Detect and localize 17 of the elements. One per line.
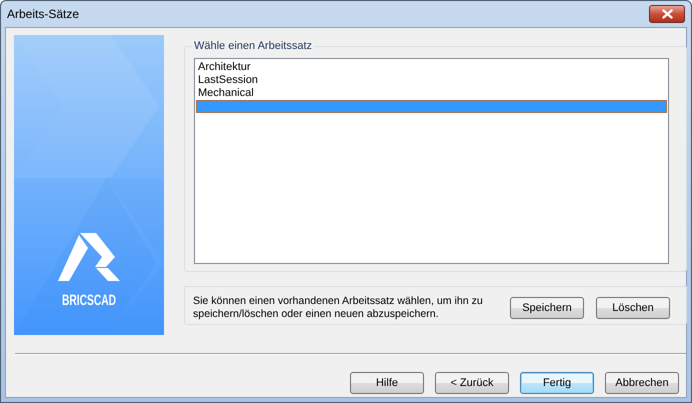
logo-icon (58, 233, 120, 281)
action-button[interactable]: Speichern (510, 297, 584, 319)
dialog-button[interactable]: Abbrechen (605, 372, 679, 394)
close-button[interactable] (649, 5, 685, 23)
action-button[interactable]: Löschen (596, 297, 670, 319)
group-title: Wähle einen Arbeitssatz (193, 40, 314, 52)
dialog-button[interactable]: Fertig (520, 372, 594, 394)
info-text: Sie können einen vorhandenen Arbeitssatz wählen, um ihn zu speichern/löschen oder einen neuen abzuspeichern. (193, 295, 484, 321)
close-icon (662, 9, 672, 19)
logo-text: BRICSCAD (62, 292, 142, 309)
list-box[interactable]: Architektur LastSession Mechanical (194, 58, 669, 264)
dialog-button[interactable]: < Zurück (435, 372, 509, 394)
list-item[interactable]: Architektur (196, 61, 667, 74)
list-item[interactable]: LastSession (196, 74, 667, 87)
window-title: Arbeits-Sätze (7, 7, 80, 21)
list-item[interactable]: Mechanical (196, 87, 667, 100)
dialog-button[interactable]: Hilfe (350, 372, 424, 394)
